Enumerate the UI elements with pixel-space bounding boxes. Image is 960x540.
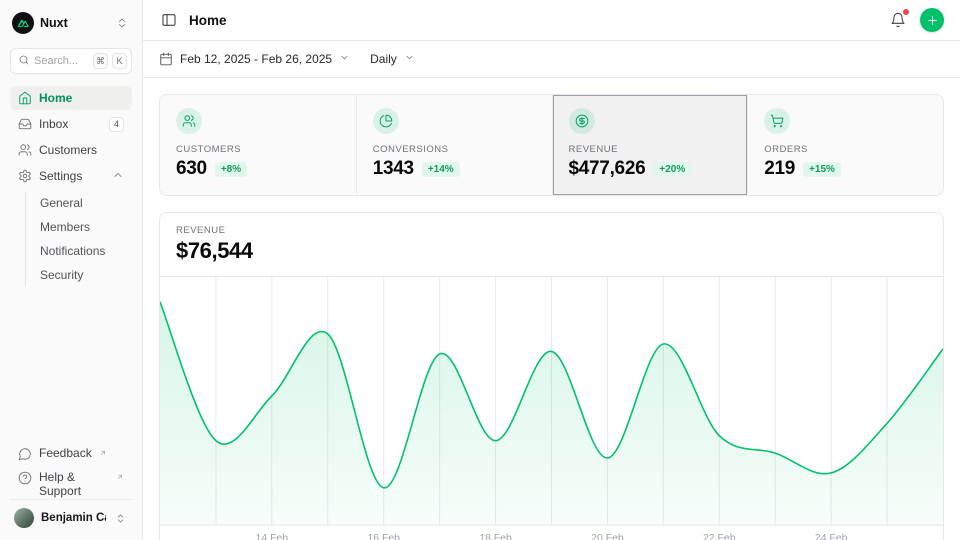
sidebar-subitem-general[interactable]: General	[26, 192, 132, 214]
inbox-icon	[18, 117, 32, 131]
stat-label: ORDERS	[764, 144, 927, 155]
kbd-k: K	[112, 53, 127, 69]
search-input[interactable]	[34, 55, 89, 67]
sidebar-item-feedback[interactable]: Feedback	[10, 443, 132, 467]
stat-value: 1343	[373, 158, 414, 180]
search-box[interactable]: ⌘ K	[10, 48, 132, 74]
chevrons-up-down-icon[interactable]	[114, 15, 130, 31]
svg-text:14 Feb: 14 Feb	[256, 533, 289, 540]
chevrons-up-down-icon	[113, 511, 128, 526]
footer-item-label: Feedback	[39, 446, 92, 460]
chart-metric-value: $76,544	[176, 238, 927, 264]
subitem-label: Members	[40, 220, 90, 234]
svg-text:22 Feb: 22 Feb	[703, 533, 736, 540]
sidebar-item-home[interactable]: Home	[10, 86, 132, 110]
stat-label: REVENUE	[569, 144, 732, 155]
sidebar-item-settings[interactable]: Settings	[10, 164, 132, 188]
chevron-down-icon	[339, 52, 350, 66]
revenue-chart-svg: 14 Feb 16 Feb 18 Feb 20 Feb 22 Feb 24 Feb	[160, 277, 943, 540]
subitem-label: General	[40, 196, 83, 210]
add-button[interactable]	[920, 8, 944, 32]
chevron-up-icon	[112, 169, 124, 184]
settings-submenu: General Members Notifications Security	[25, 192, 132, 286]
sidebar-item-inbox[interactable]: Inbox 4	[10, 112, 132, 136]
date-range-label: Feb 12, 2025 - Feb 26, 2025	[180, 52, 332, 66]
search-icon	[18, 54, 30, 69]
chevron-down-icon	[404, 52, 415, 66]
plus-icon	[926, 14, 939, 27]
stat-card-customers[interactable]: CUSTOMERS 630 +8%	[160, 95, 356, 195]
calendar-icon	[159, 52, 173, 66]
circle-dollar-icon	[569, 108, 595, 134]
stat-card-conversions[interactable]: CONVERSIONS 1343 +14%	[356, 95, 552, 195]
message-bubble-icon	[18, 447, 32, 461]
kbd-cmd: ⌘	[93, 53, 108, 69]
stats-row: CUSTOMERS 630 +8% CONVERSIONS 1343 +14% …	[159, 94, 944, 196]
sidebar-item-help-support[interactable]: Help & Support	[10, 467, 132, 491]
stat-value: $477,626	[569, 158, 646, 180]
sidebar-toggle-icon[interactable]	[159, 10, 179, 30]
stat-label: CONVERSIONS	[373, 144, 536, 155]
workspace-switcher[interactable]: Nuxt	[10, 10, 132, 36]
main-area: Home Feb 12, 2025 - Feb 26, 2025 Daily	[143, 0, 960, 540]
sidebar-spacer	[10, 288, 132, 443]
notification-dot	[903, 9, 909, 15]
notifications-button[interactable]	[888, 10, 908, 30]
sidebar: Nuxt ⌘ K Home Inbox 4 Customers Settings	[0, 0, 143, 540]
external-link-icon	[116, 470, 124, 484]
page-header: Home	[143, 0, 960, 41]
stat-label: CUSTOMERS	[176, 144, 340, 155]
user-menu[interactable]: Benjamin Canac	[10, 499, 132, 530]
users-icon	[18, 143, 32, 157]
sidebar-item-label: Home	[39, 91, 72, 105]
page-title: Home	[189, 13, 227, 28]
home-icon	[18, 91, 32, 105]
dashboard-content: CUSTOMERS 630 +8% CONVERSIONS 1343 +14% …	[143, 78, 960, 540]
granularity-label: Daily	[370, 52, 397, 66]
sidebar-subitem-security[interactable]: Security	[26, 264, 132, 286]
footer-item-label: Help & Support	[39, 470, 109, 498]
revenue-chart-panel: REVENUE $76,544 14 Feb 16 Feb 18 Feb 20 Feb…	[159, 212, 944, 540]
chart-pie-icon	[373, 108, 399, 134]
chart-metric-label: REVENUE	[176, 225, 927, 236]
avatar	[14, 508, 34, 528]
stat-delta-badge: +15%	[803, 162, 841, 177]
filters-toolbar: Feb 12, 2025 - Feb 26, 2025 Daily	[143, 41, 960, 78]
cart-icon	[764, 108, 790, 134]
stat-card-orders[interactable]: ORDERS 219 +15%	[747, 95, 943, 195]
stat-delta-badge: +8%	[215, 162, 247, 177]
svg-text:24 Feb: 24 Feb	[815, 533, 848, 540]
sidebar-subitem-notifications[interactable]: Notifications	[26, 240, 132, 262]
stat-delta-badge: +14%	[422, 162, 460, 177]
sidebar-nav: Home Inbox 4 Customers Settings General …	[10, 86, 132, 288]
chart-header: REVENUE $76,544	[160, 213, 943, 277]
nuxt-logo-icon	[12, 12, 34, 34]
sidebar-item-label: Settings	[39, 169, 82, 183]
stat-value: 630	[176, 158, 207, 180]
inbox-count-badge: 4	[109, 117, 124, 132]
external-link-icon	[99, 446, 107, 460]
user-name: Benjamin Canac	[41, 512, 106, 524]
sidebar-item-customers[interactable]: Customers	[10, 138, 132, 162]
header-actions	[888, 8, 944, 32]
svg-text:18 Feb: 18 Feb	[479, 533, 512, 540]
stat-value: 219	[764, 158, 795, 180]
gear-icon	[18, 169, 32, 183]
sidebar-item-label: Customers	[39, 143, 97, 157]
users-icon	[176, 108, 202, 134]
subitem-label: Security	[40, 268, 83, 282]
stat-card-revenue[interactable]: REVENUE $477,626 +20%	[552, 95, 748, 195]
date-range-picker[interactable]: Feb 12, 2025 - Feb 26, 2025	[159, 52, 350, 66]
stat-delta-badge: +20%	[653, 162, 691, 177]
help-circle-icon	[18, 471, 32, 485]
workspace-name: Nuxt	[40, 16, 108, 30]
subitem-label: Notifications	[40, 244, 105, 258]
sidebar-subitem-members[interactable]: Members	[26, 216, 132, 238]
svg-text:16 Feb: 16 Feb	[367, 533, 400, 540]
sidebar-item-label: Inbox	[39, 117, 68, 131]
granularity-select[interactable]: Daily	[370, 52, 415, 66]
svg-text:20 Feb: 20 Feb	[591, 533, 624, 540]
